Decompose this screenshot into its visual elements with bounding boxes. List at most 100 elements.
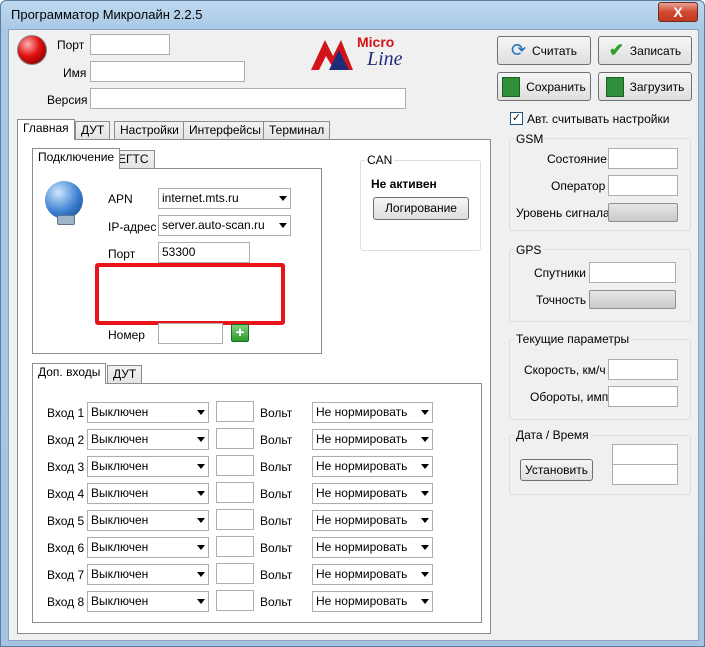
input-value-field[interactable] xyxy=(216,428,254,449)
chevron-down-icon xyxy=(197,545,205,550)
input-mode-combo[interactable]: Выключен xyxy=(87,537,209,558)
time-field[interactable] xyxy=(612,464,678,485)
tab-settings[interactable]: Настройки xyxy=(114,121,185,139)
gsm-operator-field xyxy=(608,175,678,196)
gps-satellites-label: Спутники xyxy=(534,266,586,280)
tab-terminal[interactable]: Терминал xyxy=(263,121,331,139)
logging-button[interactable]: Логирование xyxy=(373,197,469,220)
ip-label: IP-адрес xyxy=(108,220,157,234)
chevron-down-icon xyxy=(421,545,429,550)
tab-dut[interactable]: ДУТ xyxy=(75,121,111,139)
chevron-down-icon xyxy=(197,518,205,523)
normalize-combo[interactable]: Не нормировать xyxy=(312,537,433,558)
volt-label: Вольт xyxy=(260,433,293,447)
client-area: Порт Имя Версия Micro Line ⟳ Считать ✔ З… xyxy=(8,29,699,641)
input-value-field[interactable] xyxy=(216,536,254,557)
input-mode-combo[interactable]: Выключен xyxy=(87,510,209,531)
microline-logo: Micro Line xyxy=(309,34,439,76)
gsm-signal-meter xyxy=(608,203,678,222)
inputs-panel: Вход 1 Выключен Вольт Не нормировать Вход 2В… xyxy=(32,383,482,623)
sub-tabbar: Подключение ЕГТС xyxy=(32,148,172,169)
current-params-title: Текущие параметры xyxy=(514,332,632,346)
version-field[interactable] xyxy=(90,88,406,109)
chevron-down-icon xyxy=(421,599,429,604)
chevron-down-icon xyxy=(421,572,429,577)
input-value-field[interactable] xyxy=(216,590,254,611)
name-field[interactable] xyxy=(90,61,245,82)
load-file-icon xyxy=(605,76,624,97)
chevron-down-icon xyxy=(421,410,429,415)
volt-label: Вольт xyxy=(260,541,293,555)
connection-panel: APN internet.mts.ru IP-адрес server.auto… xyxy=(32,168,322,354)
gsm-title: GSM xyxy=(514,132,546,146)
add-number-button[interactable]: + xyxy=(231,324,249,342)
date-field[interactable] xyxy=(612,444,678,465)
input-mode-combo[interactable]: Выключен xyxy=(87,456,209,477)
normalize-combo[interactable]: Не нормировать xyxy=(312,483,433,504)
input-row-label: Вход 6 xyxy=(47,541,85,555)
volt-label: Вольт xyxy=(260,460,293,474)
normalize-combo[interactable]: Не нормировать xyxy=(312,402,433,423)
read-button[interactable]: ⟳ Считать xyxy=(497,36,591,65)
normalize-combo[interactable]: Не нормировать xyxy=(312,564,433,585)
input-mode-combo[interactable]: Выключен xyxy=(87,483,209,504)
chevron-down-icon xyxy=(421,518,429,523)
ip-combo[interactable]: server.auto-scan.ru xyxy=(158,215,291,236)
chevron-down-icon xyxy=(279,196,287,201)
server-port-field[interactable]: 53300 xyxy=(158,242,250,263)
chevron-down-icon xyxy=(197,491,205,496)
input-value-field[interactable] xyxy=(216,401,254,422)
title-bar: Программатор Микролайн 2.2.5 X xyxy=(1,1,704,29)
normalize-combo[interactable]: Не нормировать xyxy=(312,456,433,477)
server-port-label: Порт xyxy=(108,247,136,261)
version-label: Версия xyxy=(47,93,88,107)
main-tabbar: Главная ДУТ Настройки Интерфейсы Термина… xyxy=(17,119,331,140)
input-value-field[interactable] xyxy=(216,455,254,476)
chevron-down-icon xyxy=(197,410,205,415)
gsm-signal-label: Уровень сигнала xyxy=(516,206,610,220)
input-mode-combo[interactable]: Выключен xyxy=(87,402,209,423)
auto-read-label: Авт. считывать настройки xyxy=(527,112,670,126)
chevron-down-icon xyxy=(279,223,287,228)
input-value-field[interactable] xyxy=(216,509,254,530)
gsm-operator-label: Оператор xyxy=(551,179,606,193)
normalize-combo[interactable]: Не нормировать xyxy=(312,510,433,531)
chevron-down-icon xyxy=(197,437,205,442)
input-value-field[interactable] xyxy=(216,563,254,584)
input-row-label: Вход 2 xyxy=(47,433,85,447)
port-field[interactable] xyxy=(90,34,170,55)
write-button[interactable]: ✔ Записать xyxy=(598,36,692,65)
apn-combo[interactable]: internet.mts.ru xyxy=(158,188,291,209)
tab-connection[interactable]: Подключение xyxy=(32,148,121,169)
input-row-label: Вход 4 xyxy=(47,487,85,501)
load-button[interactable]: Загрузить xyxy=(598,72,692,101)
input-mode-combo[interactable]: Выключен xyxy=(87,591,209,612)
normalize-combo[interactable]: Не нормировать xyxy=(312,429,433,450)
tab-bottom-dut[interactable]: ДУТ xyxy=(107,365,143,383)
volt-label: Вольт xyxy=(260,406,293,420)
speed-label: Скорость, км/ч xyxy=(524,363,606,377)
volt-label: Вольт xyxy=(260,568,293,582)
close-button[interactable]: X xyxy=(658,2,698,22)
auto-read-checkbox[interactable]: ✓ xyxy=(510,112,523,125)
tab-extra-inputs[interactable]: Доп. входы xyxy=(32,363,107,384)
tab-interfaces[interactable]: Интерфейсы xyxy=(183,121,267,139)
app-window: Программатор Микролайн 2.2.5 X Порт Имя … xyxy=(0,0,705,647)
rpm-field xyxy=(608,386,678,407)
set-datetime-button[interactable]: Установить xyxy=(520,459,593,481)
number-field[interactable] xyxy=(158,323,223,344)
chevron-down-icon xyxy=(421,491,429,496)
input-mode-combo[interactable]: Выключен xyxy=(87,564,209,585)
can-status: Не активен xyxy=(371,177,437,191)
number-label: Номер xyxy=(108,328,145,342)
input-mode-combo[interactable]: Выключен xyxy=(87,429,209,450)
tab-main[interactable]: Главная xyxy=(17,119,75,140)
cable-icon xyxy=(57,215,75,225)
rpm-label: Обороты, имп xyxy=(530,390,609,404)
chevron-down-icon xyxy=(421,437,429,442)
normalize-combo[interactable]: Не нормировать xyxy=(312,591,433,612)
chevron-down-icon xyxy=(197,464,205,469)
save-button[interactable]: Сохранить xyxy=(497,72,591,101)
input-value-field[interactable] xyxy=(216,482,254,503)
logo-text-bottom: Line xyxy=(367,48,403,70)
